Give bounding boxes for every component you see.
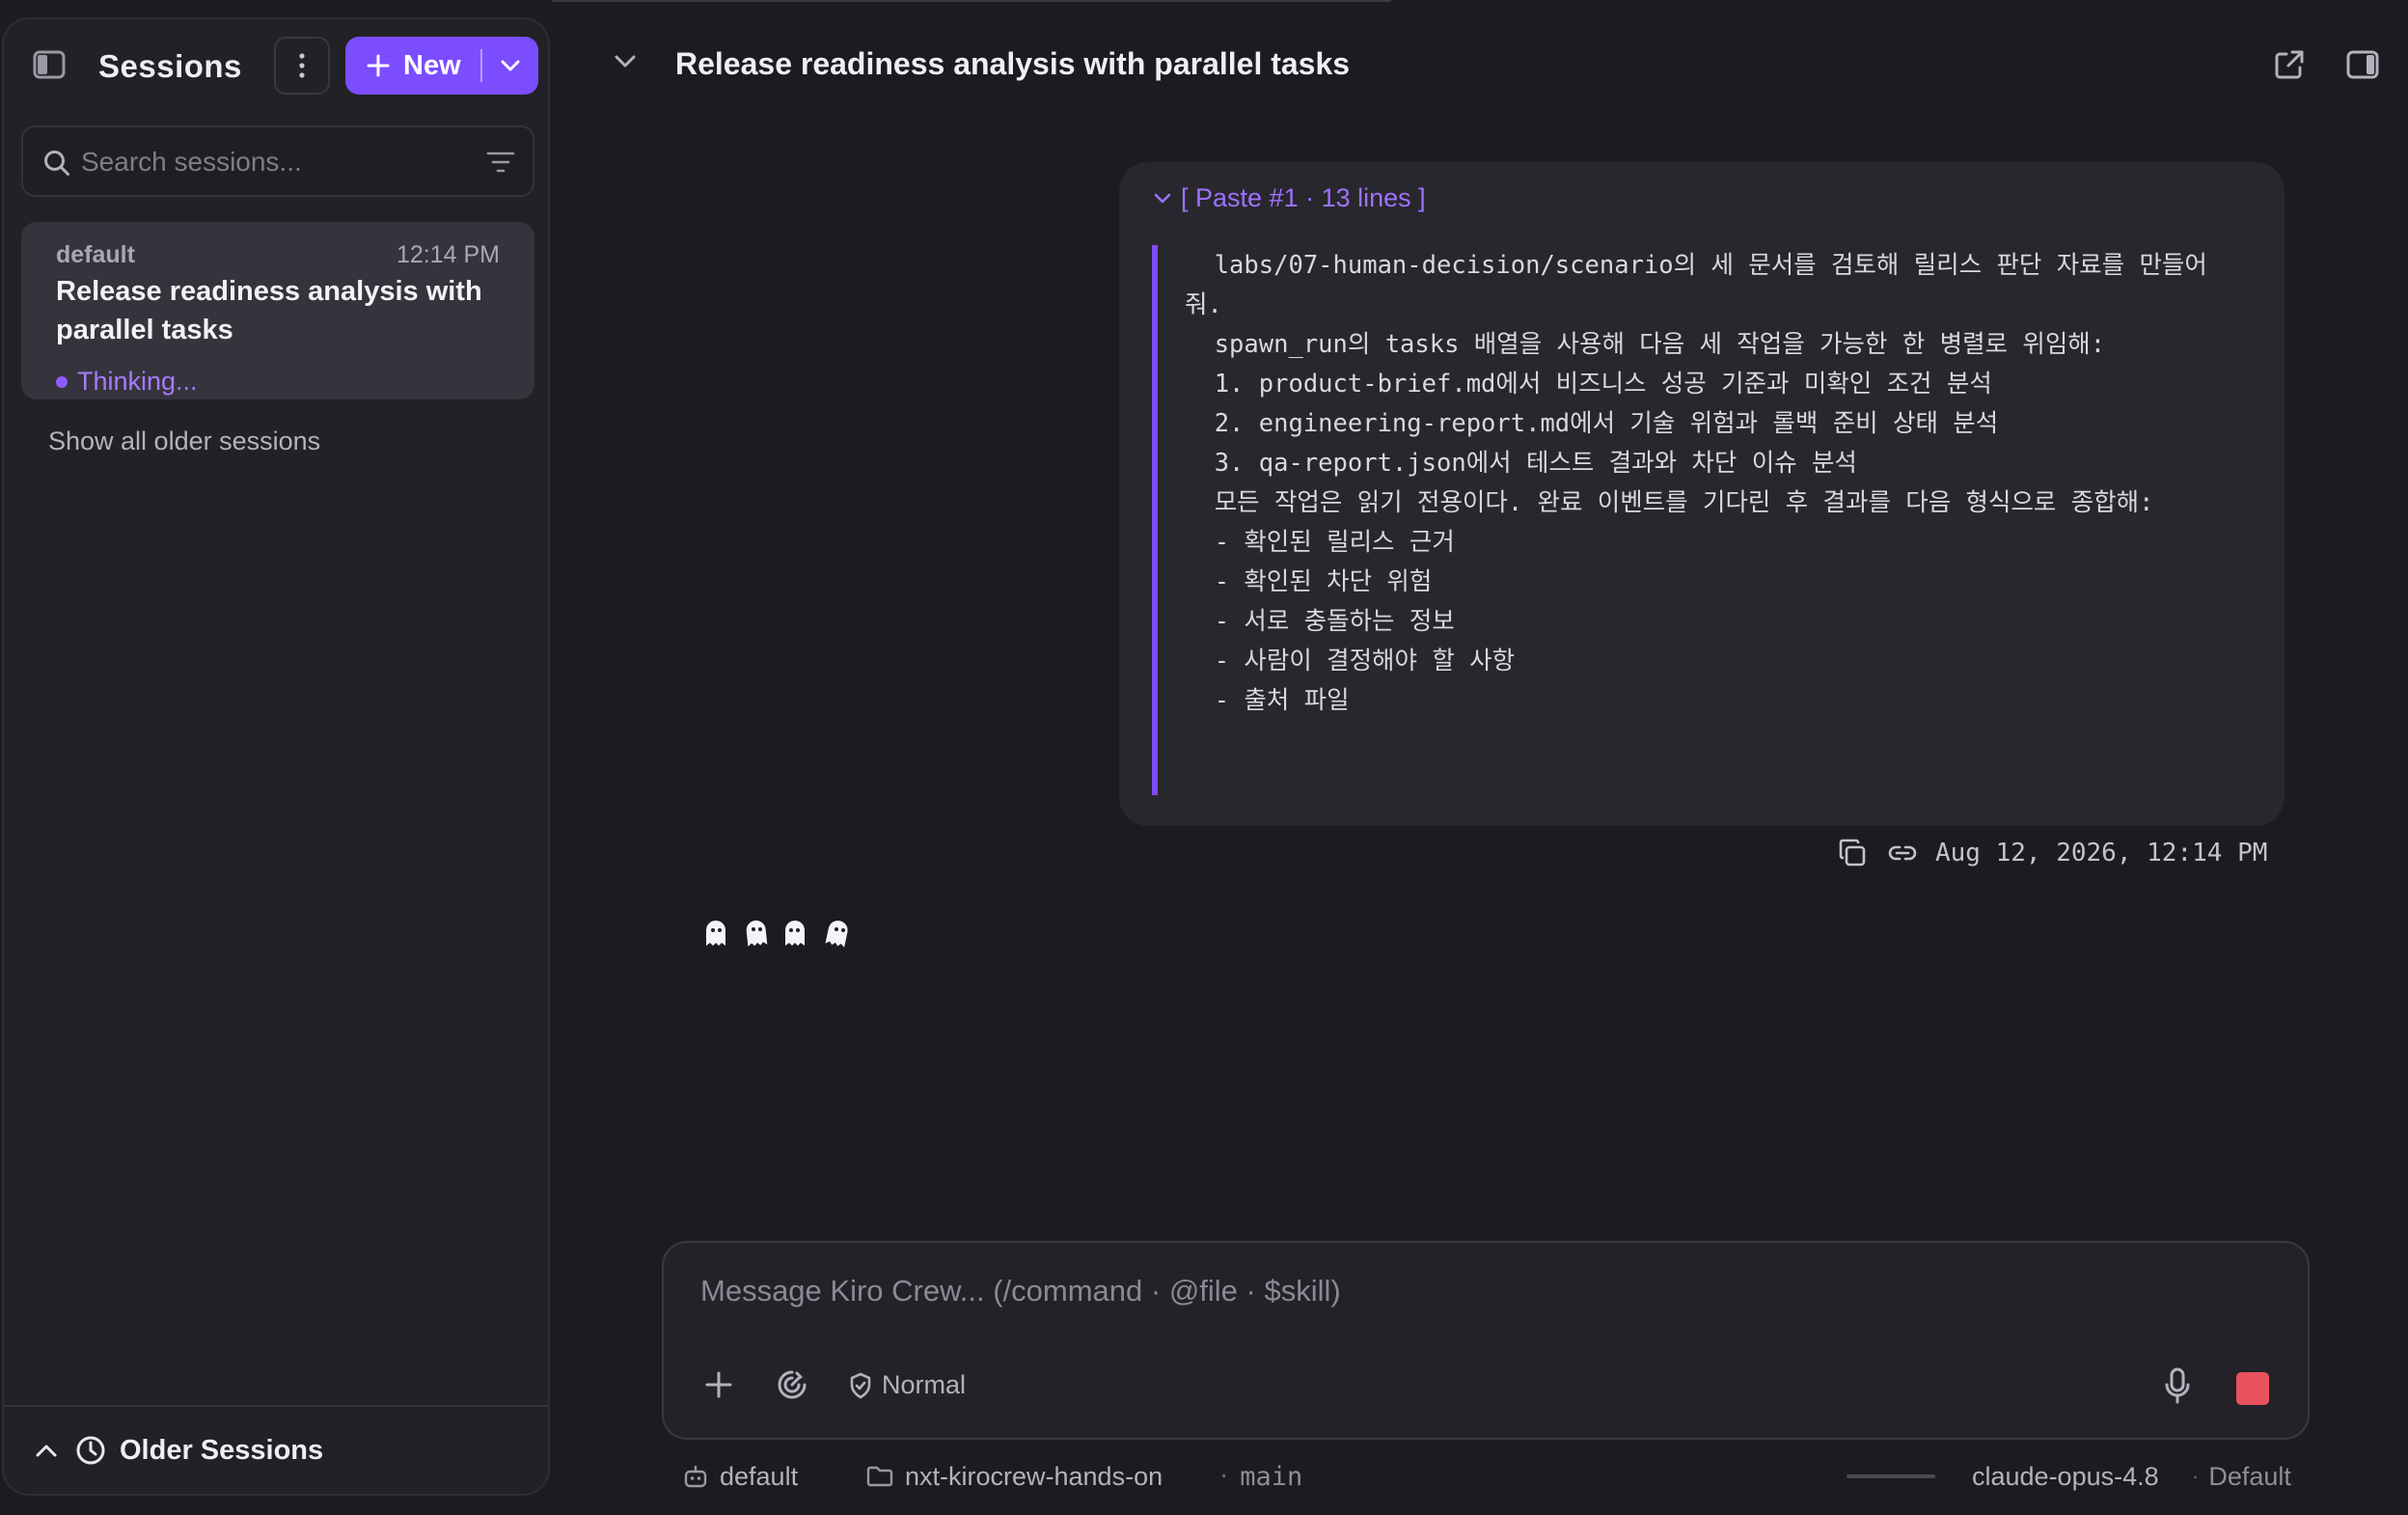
paste-line: 줘.: [1185, 290, 1222, 319]
search-icon: [44, 151, 69, 176]
paste-line: 1. product-brief.md에서 비즈니스 성공 기준과 미확인 조건…: [1185, 370, 1992, 399]
status-profile-label: Default: [2208, 1461, 2291, 1491]
sidebar-header: Sessions New: [4, 19, 548, 116]
session-status-label: Thinking...: [77, 367, 198, 396]
message-timestamp: Aug 12, 2026, 12:14 PM: [1935, 839, 2268, 868]
session-title: Release readiness analysis with parallel…: [56, 276, 482, 345]
separator-dot: ·: [2192, 1464, 2200, 1488]
session-workspace: default: [56, 241, 135, 268]
user-message: [ Paste #1 · 13 lines ] labs/07-human-de…: [1119, 162, 2285, 826]
status-branch[interactable]: · main: [1218, 1457, 1302, 1496]
show-older-sessions-link[interactable]: Show all older sessions: [48, 427, 320, 456]
status-folder[interactable]: nxt-kirocrew-hands-on: [866, 1457, 1163, 1496]
paste-header-label: [ Paste #1 · 13 lines ]: [1181, 183, 1426, 212]
plus-icon: [367, 54, 390, 77]
ghost-icon: [781, 917, 808, 950]
chevron-down-icon: [1154, 193, 1171, 203]
copy-icon[interactable]: [1837, 838, 1868, 868]
shield-check-icon: [850, 1372, 871, 1398]
status-agent-label: default: [720, 1461, 799, 1491]
sidebar-title: Sessions: [98, 48, 242, 84]
sidebar: Sessions New default 12:14 PM Release re…: [2, 17, 550, 1496]
window-top-border: [552, 0, 1391, 2]
paste-line: - 확인된 릴리스 근거: [1185, 528, 1455, 557]
more-options-button[interactable]: [274, 37, 330, 95]
agent-loop-icon[interactable]: [776, 1368, 808, 1401]
ghost-icon: [820, 917, 851, 950]
permission-mode-label: Normal: [882, 1370, 967, 1399]
paste-line: 2. engineering-report.md에서 기술 위험과 롤백 준비 …: [1185, 409, 1999, 438]
separator-dot: ·: [1218, 1464, 1231, 1489]
page-title: Release readiness analysis with parallel…: [675, 46, 1351, 81]
add-attachment-icon[interactable]: [704, 1370, 733, 1399]
context-usage-bar: [1847, 1474, 1935, 1478]
paste-line: - 확인된 차단 위험: [1185, 567, 1433, 596]
chevron-down-icon: [501, 60, 520, 71]
right-panel-toggle-icon[interactable]: [2346, 50, 2379, 79]
filter-icon[interactable]: [486, 151, 515, 174]
folder-icon: [866, 1466, 893, 1487]
paste-line: - 사람이 결정해야 할 사항: [1185, 647, 1516, 675]
new-session-button[interactable]: New: [345, 37, 480, 95]
paste-content: labs/07-human-decision/scenario의 세 문서를 검…: [1152, 245, 2252, 795]
link-icon[interactable]: [1887, 841, 1918, 865]
chevron-down-icon[interactable]: [614, 54, 637, 68]
paste-line: 3. qa-report.json에서 테스트 결과와 차단 이슈 분석: [1185, 449, 1857, 478]
new-session-dropdown-button[interactable]: [482, 37, 538, 95]
paste-line: - 출처 파일: [1185, 686, 1350, 715]
session-status: Thinking...: [56, 367, 198, 397]
search-input[interactable]: [79, 139, 469, 185]
message-composer: Normal: [662, 1241, 2310, 1440]
status-folder-label: nxt-kirocrew-hands-on: [905, 1461, 1163, 1491]
paste-line: 모든 작업은 읽기 전용이다. 완료 이벤트를 기다린 후 결과를 다음 형식으…: [1185, 488, 2154, 517]
microphone-icon[interactable]: [2163, 1366, 2192, 1405]
paste-line: - 서로 충돌하는 정보: [1185, 607, 1455, 636]
sidebar-toggle-icon[interactable]: [33, 50, 66, 79]
new-session-split-button: New: [345, 37, 538, 95]
message-input[interactable]: [698, 1272, 2246, 1334]
paste-line: labs/07-human-decision/scenario의 세 문서를 검…: [1185, 251, 2207, 280]
paste-line: spawn_run의 tasks 배열을 사용해 다음 세 작업을 가능한 한 …: [1185, 330, 2106, 359]
kebab-icon: [299, 53, 305, 78]
status-branch-label: main: [1240, 1461, 1303, 1492]
status-agent[interactable]: default: [683, 1457, 798, 1496]
session-item[interactable]: default 12:14 PM Release readiness analy…: [21, 222, 534, 399]
session-search: [21, 125, 534, 197]
status-bar: default nxt-kirocrew-hands-on · main cla…: [0, 1457, 2408, 1496]
chevron-up-icon: [36, 1445, 57, 1457]
external-link-icon[interactable]: [2273, 48, 2306, 81]
status-profile[interactable]: · Default: [2192, 1457, 2291, 1496]
new-session-label: New: [403, 49, 461, 81]
thinking-indicator: [702, 917, 862, 950]
robot-icon: [684, 1465, 707, 1488]
paste-toggle[interactable]: [ Paste #1 · 13 lines ]: [1154, 183, 1426, 213]
message-meta: Aug 12, 2026, 12:14 PM: [1837, 838, 2267, 868]
ghost-icon: [741, 917, 770, 950]
status-model-label: claude-opus-4.8: [1972, 1461, 2159, 1491]
status-dot-icon: [56, 375, 68, 388]
stop-button[interactable]: [2236, 1372, 2269, 1405]
session-time: 12:14 PM: [396, 241, 500, 268]
ghost-icon: [702, 917, 729, 950]
status-model[interactable]: claude-opus-4.8: [1972, 1457, 2159, 1496]
permission-mode-button[interactable]: Normal: [849, 1370, 966, 1400]
